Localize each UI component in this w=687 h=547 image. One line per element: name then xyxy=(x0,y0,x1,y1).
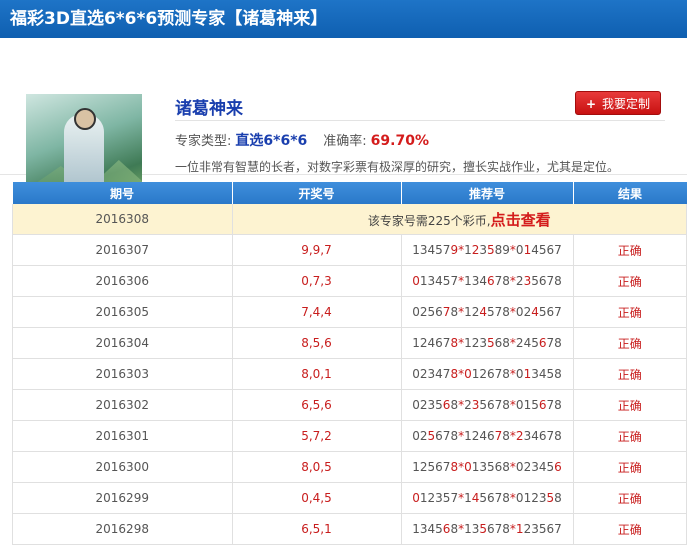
col-issue: 期号 xyxy=(12,182,233,204)
expert-description: 一位非常有智慧的长者，对数字彩票有极深厚的研究，擅长实战作业，尤其是定位。 xyxy=(175,160,620,174)
table-header-row: 期号 开奖号 推荐号 结果 xyxy=(12,182,687,204)
expert-name: 诸葛神来 xyxy=(175,99,243,119)
recommend-cell: 013457*134678*235678 xyxy=(401,265,574,297)
result-cell: 正确 xyxy=(573,389,687,421)
issue-cell: 2016300 xyxy=(12,451,233,483)
draw-cell: 8,5,6 xyxy=(232,327,402,359)
col-draw: 开奖号 xyxy=(232,182,402,204)
table-row: 2016300 8,0,5 125678*013568*023456 正确 xyxy=(12,451,687,483)
draw-cell: 6,5,6 xyxy=(232,389,402,421)
prediction-table: 期号 开奖号 推荐号 结果 2016308 该专家号需225个彩币,点击查看 2… xyxy=(12,182,687,545)
draw-cell: 9,9,7 xyxy=(232,234,402,266)
draw-cell: 0,7,3 xyxy=(232,265,402,297)
result-cell: 正确 xyxy=(573,327,687,359)
issue-cell: 2016299 xyxy=(12,482,233,514)
table-row: 2016299 0,4,5 012357*145678*012358 正确 xyxy=(12,482,687,514)
draw-cell: 8,0,1 xyxy=(232,358,402,390)
result-cell: 正确 xyxy=(573,513,687,545)
issue-cell: 2016301 xyxy=(12,420,233,452)
recommend-cell: 012357*145678*012358 xyxy=(401,482,574,514)
locked-row: 2016308 该专家号需225个彩币,点击查看 xyxy=(12,204,687,235)
recommend-cell: 023478*012678*013458 xyxy=(401,358,574,390)
divider xyxy=(175,120,665,121)
issue-cell: 2016305 xyxy=(12,296,233,328)
table-row: 2016298 6,5,1 134568*135678*123567 正确 xyxy=(12,513,687,545)
recommend-cell: 023568*235678*015678 xyxy=(401,389,574,421)
table-row: 2016307 9,9,7 134579*123589*014567 正确 xyxy=(12,234,687,266)
recommend-cell: 134568*135678*123567 xyxy=(401,513,574,545)
result-cell: 正确 xyxy=(573,451,687,483)
page-title: 福彩3D直选6*6*6预测专家【诸葛神来】 xyxy=(10,9,328,29)
col-recommend: 推荐号 xyxy=(401,182,574,204)
draw-cell: 6,5,1 xyxy=(232,513,402,545)
issue-cell: 2016306 xyxy=(12,265,233,297)
expert-meta: 专家类型: 直选6*6*6 准确率: 69.70% xyxy=(175,130,429,150)
issue-cell: 2016308 xyxy=(12,204,233,235)
draw-cell: 7,4,4 xyxy=(232,296,402,328)
table-row: 2016304 8,5,6 124678*123568*245678 正确 xyxy=(12,327,687,359)
view-link[interactable]: 点击查看 xyxy=(491,211,551,229)
recommend-cell: 125678*013568*023456 xyxy=(401,451,574,483)
issue-cell: 2016303 xyxy=(12,358,233,390)
expert-profile: 诸葛神来 + 我要定制 专家类型: 直选6*6*6 准确率: 69.70% 一位非常有智… xyxy=(0,38,687,210)
recommend-cell: 134579*123589*014567 xyxy=(401,234,574,266)
type-label: 专家类型: xyxy=(175,134,232,149)
recommend-cell: 124678*123568*245678 xyxy=(401,327,574,359)
table-row: 2016302 6,5,6 023568*235678*015678 正确 xyxy=(12,389,687,421)
issue-cell: 2016298 xyxy=(12,513,233,545)
result-cell: 正确 xyxy=(573,358,687,390)
recommend-cell: 025678*124578*024567 xyxy=(401,296,574,328)
result-cell: 正确 xyxy=(573,482,687,514)
accuracy-label: 准确率: xyxy=(323,134,367,149)
result-cell: 正确 xyxy=(573,296,687,328)
accuracy-value: 69.70% xyxy=(370,133,429,149)
result-cell: 正确 xyxy=(573,265,687,297)
issue-cell: 2016302 xyxy=(12,389,233,421)
table-row: 2016301 5,7,2 025678*124678*234678 正确 xyxy=(12,420,687,452)
issue-cell: 2016307 xyxy=(12,234,233,266)
type-value: 直选6*6*6 xyxy=(235,133,308,149)
custom-order-button[interactable]: + 我要定制 xyxy=(575,91,661,115)
page-header: 福彩3D直选6*6*6预测专家【诸葛神来】 xyxy=(0,0,687,38)
issue-cell: 2016304 xyxy=(12,327,233,359)
result-cell: 正确 xyxy=(573,420,687,452)
draw-cell: 0,4,5 xyxy=(232,482,402,514)
custom-order-label: 我要定制 xyxy=(602,97,651,111)
draw-cell: 5,7,2 xyxy=(232,420,402,452)
locked-text: 该专家号需225个彩币, xyxy=(367,213,491,228)
result-cell: 正确 xyxy=(573,234,687,266)
table-row: 2016305 7,4,4 025678*124578*024567 正确 xyxy=(12,296,687,328)
locked-cell: 该专家号需225个彩币,点击查看 xyxy=(232,204,687,235)
recommend-cell: 025678*124678*234678 xyxy=(401,420,574,452)
draw-cell: 8,0,5 xyxy=(232,451,402,483)
plus-icon: + xyxy=(585,97,597,111)
table-row: 2016303 8,0,1 023478*012678*013458 正确 xyxy=(12,358,687,390)
col-result: 结果 xyxy=(573,182,687,204)
table-row: 2016306 0,7,3 013457*134678*235678 正确 xyxy=(12,265,687,297)
